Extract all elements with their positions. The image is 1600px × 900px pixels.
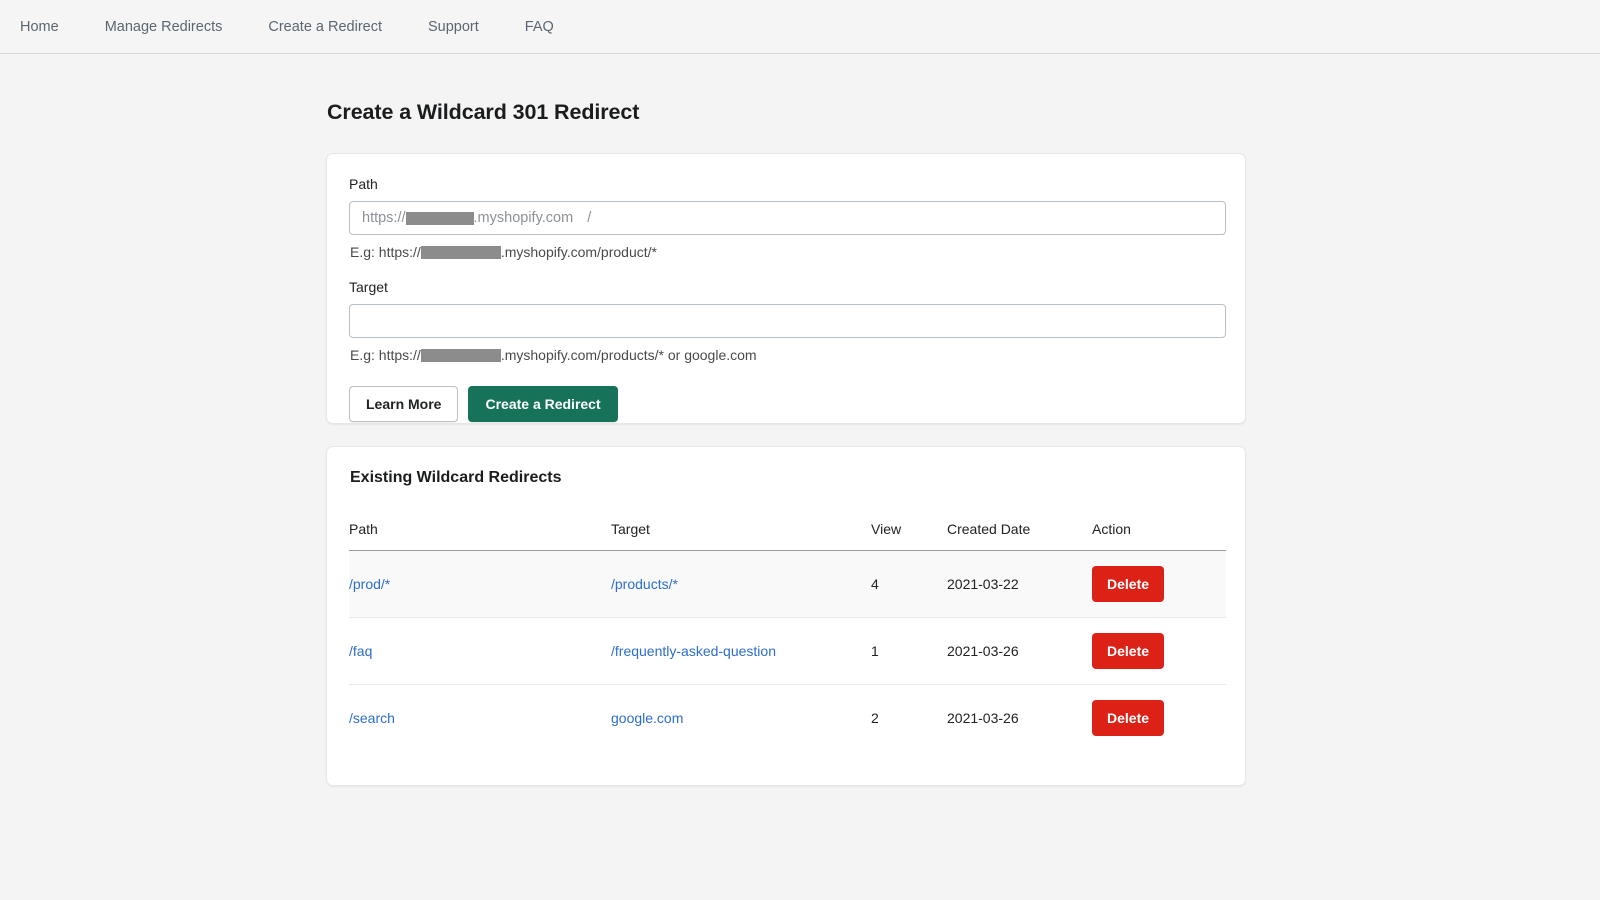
table-row: /faq /frequently-asked-question 1 2021-0… bbox=[349, 618, 1226, 685]
path-placeholder-prefix: https:// bbox=[362, 210, 406, 226]
create-redirect-button[interactable]: Create a Redirect bbox=[468, 386, 617, 422]
cell-view: 2 bbox=[871, 685, 947, 752]
nav-item-home[interactable]: Home bbox=[20, 0, 82, 54]
redirects-table: Path Target View Created Date Action /pr… bbox=[349, 521, 1226, 752]
cell-action: Delete bbox=[1092, 618, 1226, 685]
cell-created-date: 2021-03-26 bbox=[947, 685, 1092, 752]
target-help-redaction bbox=[421, 349, 501, 362]
learn-more-button[interactable]: Learn More bbox=[349, 386, 458, 422]
target-field-group: Target E.g: https:// .myshopify.com/produ… bbox=[349, 279, 1223, 363]
cell-path: /faq bbox=[349, 618, 611, 685]
path-link[interactable]: /faq bbox=[349, 643, 372, 659]
target-link[interactable]: /products/* bbox=[611, 576, 678, 592]
cell-target: google.com bbox=[611, 685, 871, 752]
target-label: Target bbox=[349, 279, 1223, 295]
cell-target: /products/* bbox=[611, 551, 871, 618]
page-title: Create a Wildcard 301 Redirect bbox=[327, 100, 1246, 125]
cell-target: /frequently-asked-question bbox=[611, 618, 871, 685]
path-placeholder-suffix: .myshopify.com bbox=[474, 210, 574, 226]
existing-redirects-card: Existing Wildcard Redirects Path Target … bbox=[326, 446, 1246, 786]
path-placeholder-slash: / bbox=[587, 210, 591, 226]
path-link[interactable]: /search bbox=[349, 710, 395, 726]
path-help-suffix: .myshopify.com/product/* bbox=[501, 244, 657, 260]
top-navigation-bar: Home Manage Redirects Create a Redirect … bbox=[0, 0, 1600, 54]
table-row: /prod/* /products/* 4 2021-03-22 Delete bbox=[349, 551, 1226, 618]
nav-item-support[interactable]: Support bbox=[428, 0, 502, 54]
cell-action: Delete bbox=[1092, 551, 1226, 618]
cell-path: /prod/* bbox=[349, 551, 611, 618]
path-field-group: Path https:// .myshopify.com / E.g: https:… bbox=[349, 176, 1223, 260]
delete-button[interactable]: Delete bbox=[1092, 700, 1164, 736]
target-help-suffix: .myshopify.com/products/* or google.com bbox=[501, 347, 757, 363]
target-help-prefix: E.g: https:// bbox=[350, 347, 421, 363]
cell-view: 4 bbox=[871, 551, 947, 618]
delete-button[interactable]: Delete bbox=[1092, 633, 1164, 669]
nav-item-create-a-redirect[interactable]: Create a Redirect bbox=[268, 0, 405, 54]
cell-action: Delete bbox=[1092, 685, 1226, 752]
redirects-table-body: /prod/* /products/* 4 2021-03-22 Delete bbox=[349, 551, 1226, 752]
table-header-row: Path Target View Created Date Action bbox=[349, 521, 1226, 551]
delete-button[interactable]: Delete bbox=[1092, 566, 1164, 602]
target-input[interactable] bbox=[349, 304, 1226, 338]
nav-item-faq[interactable]: FAQ bbox=[525, 0, 577, 54]
create-redirect-card: Path https:// .myshopify.com / E.g: https:… bbox=[326, 153, 1246, 424]
column-header-view: View bbox=[871, 521, 947, 551]
cell-created-date: 2021-03-26 bbox=[947, 618, 1092, 685]
cell-view: 1 bbox=[871, 618, 947, 685]
existing-redirects-title: Existing Wildcard Redirects bbox=[350, 469, 1223, 487]
path-label: Path bbox=[349, 176, 1223, 192]
column-header-created-date: Created Date bbox=[947, 521, 1092, 551]
nav-item-manage-redirects[interactable]: Manage Redirects bbox=[105, 0, 246, 54]
target-link[interactable]: google.com bbox=[611, 710, 683, 726]
page-body: Create a Wildcard 301 Redirect Path http… bbox=[0, 54, 1600, 786]
column-header-target: Target bbox=[611, 521, 871, 551]
form-button-row: Learn More Create a Redirect bbox=[349, 386, 1223, 422]
target-link[interactable]: /frequently-asked-question bbox=[611, 643, 776, 659]
column-header-path: Path bbox=[349, 521, 611, 551]
redirects-table-head: Path Target View Created Date Action bbox=[349, 521, 1226, 551]
table-row: /search google.com 2 2021-03-26 Delete bbox=[349, 685, 1226, 752]
target-help-text: E.g: https:// .myshopify.com/products/* o… bbox=[350, 347, 1223, 363]
path-help-text: E.g: https:// .myshopify.com/product/* bbox=[350, 244, 1223, 260]
path-help-prefix: E.g: https:// bbox=[350, 244, 421, 260]
path-help-redaction bbox=[421, 246, 501, 259]
cell-created-date: 2021-03-22 bbox=[947, 551, 1092, 618]
path-placeholder-redaction bbox=[406, 212, 474, 225]
path-link[interactable]: /prod/* bbox=[349, 576, 390, 592]
column-header-action: Action bbox=[1092, 521, 1226, 551]
content-column: Create a Wildcard 301 Redirect Path http… bbox=[326, 100, 1246, 786]
path-input[interactable]: https:// .myshopify.com / bbox=[349, 201, 1226, 235]
cell-path: /search bbox=[349, 685, 611, 752]
